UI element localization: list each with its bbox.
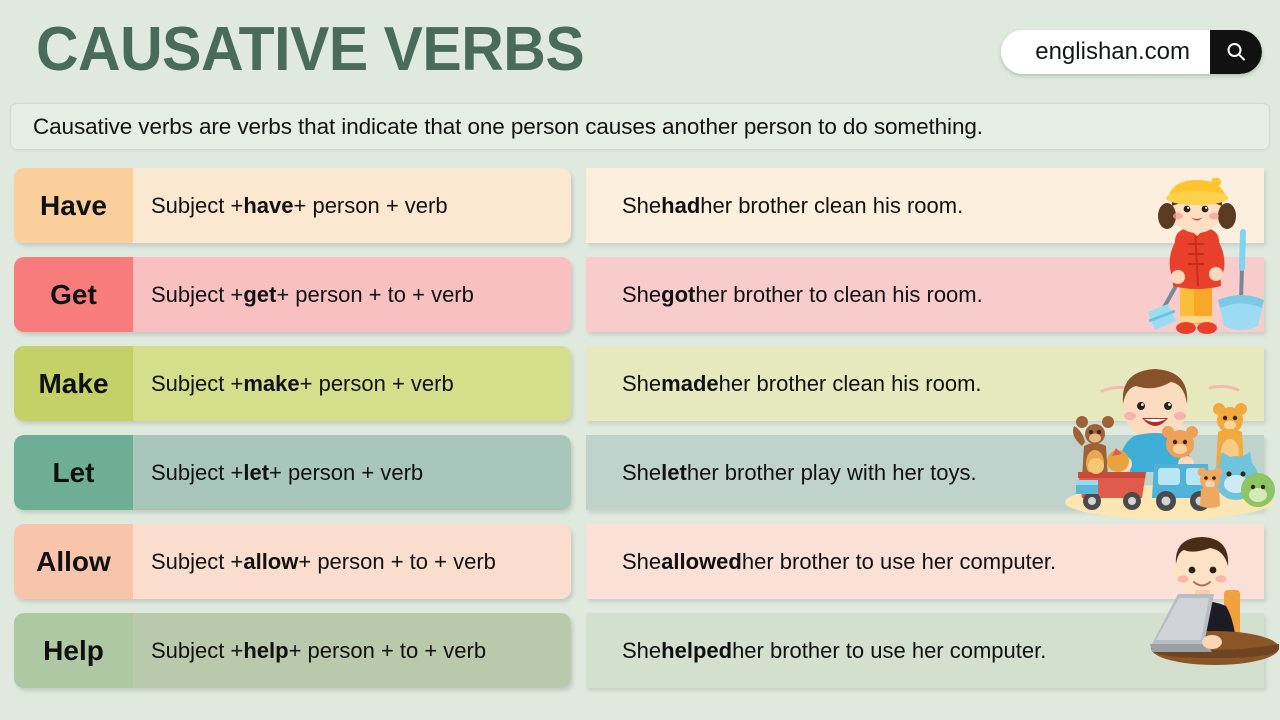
verb-formula: Subject + have + person + verb — [133, 168, 571, 243]
formula-prefix: Subject + — [151, 281, 244, 307]
verb-row: Have Subject + have + person + verb She ha… — [0, 168, 1280, 243]
formula-suffix: + person + to + verb — [288, 637, 487, 663]
formula-prefix: Subject + — [151, 637, 244, 663]
example-prefix: She — [622, 637, 662, 663]
definition-text: Causative verbs are verbs that indicate … — [33, 113, 983, 139]
formula-suffix: + person + to + verb — [298, 548, 496, 574]
example-keyword: let — [661, 459, 687, 485]
page-title: CAUSATIVE VERBS — [36, 15, 585, 84]
example-suffix: her brother to use her computer. — [741, 548, 1057, 574]
example-suffix: her brother play with her toys. — [686, 459, 977, 485]
formula-keyword: help — [243, 637, 289, 663]
example-suffix: her brother clean his room. — [718, 370, 982, 396]
verb-label-chip: Make — [14, 346, 133, 421]
example-keyword: made — [661, 370, 719, 396]
verb-row: Help Subject + help + person + to + verb S… — [0, 613, 1280, 688]
formula-prefix: Subject + — [151, 548, 244, 574]
formula-prefix: Subject + — [151, 459, 244, 485]
verb-formula-card: Help Subject + help + person + to + verb — [14, 613, 571, 688]
verb-example-card: She helped her brother to use her comput… — [586, 613, 1264, 688]
verb-example-card: She let her brother play with her toys. — [586, 435, 1264, 510]
formula-prefix: Subject + — [151, 370, 244, 396]
example-prefix: She — [622, 370, 662, 396]
verb-row: Allow Subject + allow + person + to + ver… — [0, 524, 1280, 599]
verb-formula-card: Get Subject + get + person + to + verb — [14, 257, 571, 332]
example-prefix: She — [622, 281, 662, 307]
verb-formula-card: Have Subject + have + person + verb — [14, 168, 571, 243]
causative-verbs-table: Have Subject + have + person + verb She ha… — [0, 168, 1280, 702]
definition-box: Causative verbs are verbs that indicate … — [10, 103, 1270, 150]
search-bar[interactable]: englishan.com — [1001, 30, 1262, 74]
verb-example-card: She allowed her brother to use her compu… — [586, 524, 1264, 599]
example-suffix: her brother to use her computer. — [732, 637, 1047, 663]
formula-prefix: Subject + — [151, 192, 244, 218]
verb-row: Make Subject + make + person + verb She ma… — [0, 346, 1280, 421]
verb-label-chip: Let — [14, 435, 133, 510]
verb-label-chip: Help — [14, 613, 133, 688]
formula-suffix: + person + verb — [299, 370, 454, 396]
verb-row: Let Subject + let + person + verb She let … — [0, 435, 1280, 510]
verb-formula: Subject + let + person + verb — [133, 435, 571, 510]
formula-keyword: allow — [243, 548, 299, 574]
example-keyword: allowed — [661, 548, 742, 574]
search-icon — [1227, 43, 1245, 61]
example-prefix: She — [622, 192, 662, 218]
example-keyword: got — [661, 281, 696, 307]
verb-label-chip: Get — [14, 257, 133, 332]
header: CAUSATIVE VERBS englishan.com — [0, 0, 1280, 96]
verb-formula: Subject + allow + person + to + verb — [133, 524, 571, 599]
verb-formula-card: Allow Subject + allow + person + to + ver… — [14, 524, 571, 599]
verb-label-chip: Allow — [14, 524, 133, 599]
example-suffix: her brother to clean his room. — [695, 281, 983, 307]
verb-example-card: She had her brother clean his room. — [586, 168, 1264, 243]
verb-row: Get Subject + get + person + to + verb She… — [0, 257, 1280, 332]
search-button[interactable] — [1210, 30, 1262, 74]
formula-suffix: + person + verb — [293, 192, 448, 218]
formula-keyword: have — [243, 192, 294, 218]
verb-formula: Subject + help + person + to + verb — [133, 613, 571, 688]
verb-formula: Subject + get + person + to + verb — [133, 257, 571, 332]
example-keyword: had — [661, 192, 701, 218]
verb-formula-card: Make Subject + make + person + verb — [14, 346, 571, 421]
formula-suffix: + person + verb — [269, 459, 424, 485]
formula-keyword: let — [243, 459, 270, 485]
verb-formula: Subject + make + person + verb — [133, 346, 571, 421]
verb-example-card: She made her brother clean his room. — [586, 346, 1264, 421]
example-prefix: She — [622, 459, 662, 485]
example-keyword: helped — [661, 637, 733, 663]
formula-keyword: get — [243, 281, 277, 307]
search-input[interactable]: englishan.com — [1001, 30, 1210, 74]
verb-formula-card: Let Subject + let + person + verb — [14, 435, 571, 510]
formula-keyword: make — [243, 370, 300, 396]
formula-suffix: + person + to + verb — [276, 281, 474, 307]
verb-example-card: She got her brother to clean his room. — [586, 257, 1264, 332]
verb-label-chip: Have — [14, 168, 133, 243]
example-prefix: She — [622, 548, 662, 574]
example-suffix: her brother clean his room. — [700, 192, 964, 218]
